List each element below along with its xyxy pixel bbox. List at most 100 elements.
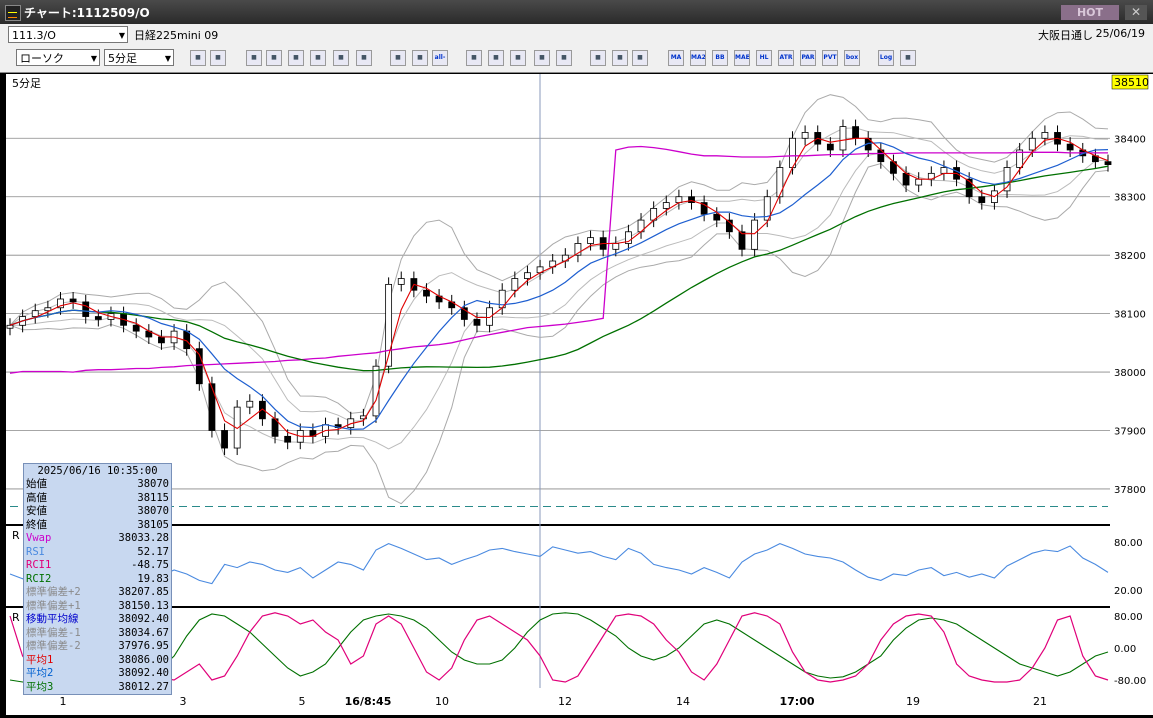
tool-ma2-button[interactable]: MA2 xyxy=(690,50,706,66)
candle-body xyxy=(738,231,746,250)
cursor-icon[interactable]: ■ xyxy=(288,50,304,66)
x-tick-label: 16/8:45 xyxy=(345,695,392,708)
candle-body xyxy=(6,324,14,329)
info-row: 標準偏差-2 37976.95 xyxy=(26,640,169,652)
flag-icon[interactable]: ■ xyxy=(556,50,572,66)
list-icon[interactable]: ■ xyxy=(333,50,349,66)
info-row: 平均3 38012.27 xyxy=(26,681,169,693)
info-key: RCI2 xyxy=(26,572,52,585)
candle-body xyxy=(587,237,594,244)
pen-icon[interactable]: ■ xyxy=(246,50,262,66)
grid-icon[interactable]: ■ xyxy=(590,50,606,66)
tool-hl-button[interactable]: HL xyxy=(756,50,772,66)
info-key: 平均1 xyxy=(26,653,54,666)
color-icon[interactable]: ■ xyxy=(632,50,648,66)
price-tick-label: 37900 xyxy=(1114,426,1146,437)
back-icon[interactable]: ■ xyxy=(310,50,326,66)
chart-area[interactable]: 38400 38300 38200 38100 38000 37900 37800 1 3 5 16… xyxy=(0,73,1153,715)
title-bar: チャート:1112509/O HOT ✕ xyxy=(0,0,1153,24)
info-value: 37976.95 xyxy=(118,640,169,652)
candle-body xyxy=(158,336,165,344)
info-row: 標準偏差+2 38207.85 xyxy=(26,586,169,598)
candle-body xyxy=(675,196,683,203)
tool-box-button[interactable]: box xyxy=(844,50,860,66)
tool-atr-button[interactable]: ATR xyxy=(778,50,794,66)
chevron-down-icon: ▼ xyxy=(90,54,97,63)
info-row: 標準偏差+1 38150.13 xyxy=(26,600,169,612)
candle-body xyxy=(1104,161,1112,165)
instrument-name: 日経225mini 09 xyxy=(134,29,219,42)
info-key: 標準偏差+1 xyxy=(26,599,81,612)
chart-type-select[interactable]: ローソク ▼ xyxy=(16,49,100,66)
x-tick-label: 10 xyxy=(435,695,449,708)
price-tick-label: 38300 xyxy=(1114,193,1146,204)
info-value: 38207.85 xyxy=(118,586,169,598)
info-value: 52.17 xyxy=(137,545,169,558)
symbol-select[interactable]: 111.3/O ▼ xyxy=(8,26,128,43)
tool-ma-button[interactable]: MA xyxy=(668,50,684,66)
candle-remove-icon[interactable]: ■ xyxy=(412,50,428,66)
tool-all-button-button[interactable]: all-button xyxy=(432,50,448,66)
info-row: 移動平均線 38092.40 xyxy=(26,613,169,625)
price-tick-label: 38400 xyxy=(1114,134,1146,145)
info-value: 38105 xyxy=(137,518,169,531)
info-key: 始値 xyxy=(26,478,47,490)
rci-tick-label: 80.00 xyxy=(1114,612,1143,623)
hot-button[interactable]: HOT xyxy=(1061,5,1119,20)
tool-par-button[interactable]: PAR xyxy=(800,50,816,66)
tool-log-button[interactable]: Log xyxy=(878,50,894,66)
candle-body xyxy=(524,272,531,279)
candle-body xyxy=(940,167,948,174)
main-panel-label: 5分足 xyxy=(12,77,41,90)
split-icon[interactable]: ■ xyxy=(534,50,550,66)
info-row: RCI1 -48.75 xyxy=(26,559,169,571)
info-row: 終値 38105 xyxy=(26,519,169,531)
search-icon[interactable]: ■ xyxy=(488,50,504,66)
tool-mae-button[interactable]: MAE xyxy=(734,50,750,66)
candle-body xyxy=(69,298,77,303)
candle-body xyxy=(713,213,721,221)
candle-body xyxy=(915,178,923,186)
x-tick-label: 3 xyxy=(180,695,187,708)
range-icon[interactable]: ■ xyxy=(466,50,482,66)
candle-body xyxy=(839,126,847,151)
chart-icon[interactable]: ■ xyxy=(510,50,526,66)
chart-app-icon xyxy=(5,5,21,21)
symbol-toolbar: 111.3/O ▼ 日経225mini 09 大阪日通し 25/06/19 xyxy=(0,24,1153,45)
close-icon[interactable]: ✕ xyxy=(1125,5,1147,20)
trash-icon[interactable]: ■ xyxy=(356,50,372,66)
price-tick-label: 38200 xyxy=(1114,251,1146,262)
info-key: RCI1 xyxy=(26,559,52,571)
price-tick-label: 38000 xyxy=(1114,368,1146,379)
main-panel[interactable] xyxy=(6,74,1110,524)
info-value: 38012.27 xyxy=(118,680,169,693)
rci-tick-label: 0.00 xyxy=(1114,644,1136,655)
interval-select[interactable]: 5分足 ▼ xyxy=(104,49,174,66)
tool-bb-button[interactable]: BB xyxy=(712,50,728,66)
window-title: チャート:1112509/O xyxy=(24,6,150,20)
info-row: 高値 38115 xyxy=(26,492,169,504)
tool-pvt-button[interactable]: PVT xyxy=(822,50,838,66)
info-value: -48.75 xyxy=(131,559,169,571)
window-icon[interactable]: ■ xyxy=(210,50,226,66)
chart-svg[interactable]: 38400 38300 38200 38100 38000 37900 37800 1 3 5 16… xyxy=(0,73,1153,715)
symbol-value: 111.3/O xyxy=(12,29,56,42)
info-value: 38034.67 xyxy=(118,626,169,639)
info-row: 平均2 38092.40 xyxy=(26,667,169,679)
chart-type-value: ローソク xyxy=(20,52,64,65)
rsi-tick-label: 80.00 xyxy=(1114,538,1143,549)
candle-body xyxy=(132,324,140,332)
candle-body xyxy=(423,289,430,297)
candle-add-icon[interactable]: ■ xyxy=(390,50,406,66)
eraser-icon[interactable]: ■ xyxy=(266,50,282,66)
price-tick-label: 38100 xyxy=(1114,310,1146,321)
x-tick-label: 17:00 xyxy=(779,695,814,708)
tool-icon[interactable]: ■ xyxy=(612,50,628,66)
candle-body xyxy=(776,167,784,198)
chevron-down-icon: ▼ xyxy=(164,54,171,63)
info-key: 高値 xyxy=(26,491,47,504)
candle-body xyxy=(1028,137,1036,151)
zoom-icon[interactable]: ■ xyxy=(190,50,206,66)
export-icon[interactable]: ■ xyxy=(900,50,916,66)
info-key: 平均3 xyxy=(26,680,54,693)
